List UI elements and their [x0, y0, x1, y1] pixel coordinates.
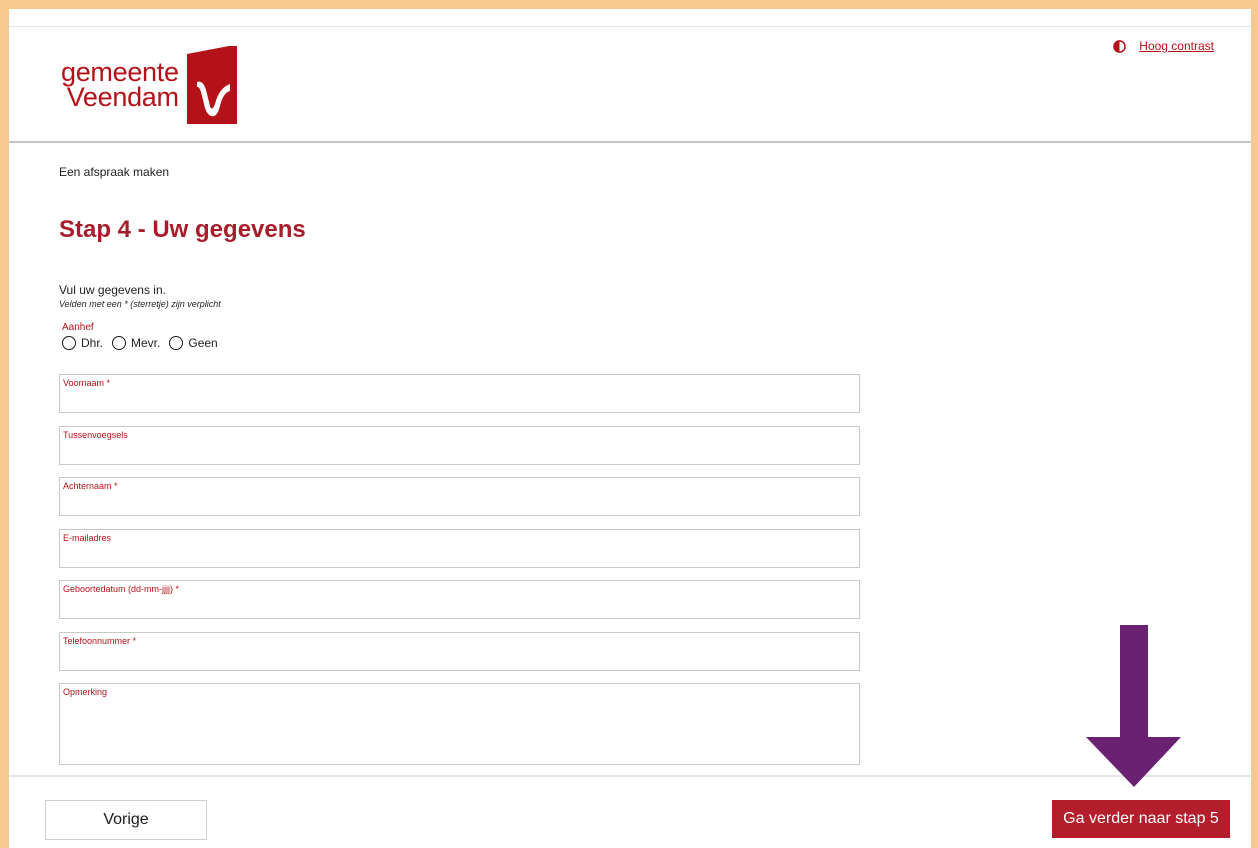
page-frame: gemeente Veendam Hoog contrast Een afspr… [9, 9, 1251, 848]
contrast-icon [1113, 39, 1127, 53]
email-input[interactable] [63, 547, 856, 565]
salutation-label: Aanhef [62, 322, 94, 333]
email-field[interactable]: E-mailadres [59, 529, 860, 568]
radio-circle[interactable] [169, 336, 184, 350]
infix-input[interactable] [63, 444, 856, 462]
required-fields-note: Velden met een * (sterretje) zijn verpli… [59, 299, 221, 309]
veendam-emblem-icon [186, 46, 237, 124]
breadcrumb: Een afspraak maken [59, 165, 170, 179]
remark-field[interactable]: Opmerking [59, 683, 860, 765]
site-header: gemeente Veendam Hoog contrast [9, 9, 1251, 143]
page-title: Stap 4 - Uw gegevens [59, 216, 306, 243]
email-label: E-mailadres [63, 533, 112, 543]
radio-circle[interactable] [112, 336, 127, 350]
phone-field[interactable]: Telefoonnummer * [59, 632, 860, 671]
phone-input[interactable] [63, 650, 856, 668]
arrow-down-icon [1086, 625, 1181, 787]
phone-label: Telefoonnummer * [63, 636, 137, 646]
salutation-options: Dhr. Mevr. Geen [62, 336, 227, 350]
birthdate-label: Geboortedatum (dd-mm-jjjj) * [63, 584, 180, 594]
radio-label-geen: Geen [188, 336, 218, 350]
previous-button[interactable]: Vorige [45, 800, 207, 840]
gemeente-veendam-logo[interactable]: gemeente Veendam [61, 46, 237, 124]
intro-text: Vul uw gegevens in. [59, 283, 166, 297]
next-step-button[interactable]: Ga verder naar stap 5 [1052, 800, 1230, 838]
infix-field[interactable]: Tussenvoegsels [59, 426, 860, 465]
infix-label: Tussenvoegsels [63, 430, 128, 440]
radio-label-mevr: Mevr. [131, 336, 161, 350]
remark-textarea[interactable] [63, 702, 856, 762]
salutation-group: Aanhef Dhr. Mevr. Geen [62, 322, 227, 350]
birthdate-field[interactable]: Geboortedatum (dd-mm-jjjj) * [59, 580, 860, 619]
first-name-input[interactable] [63, 392, 856, 410]
radio-mevr[interactable]: Mevr. [112, 336, 160, 350]
radio-geen[interactable]: Geen [169, 336, 218, 350]
last-name-field[interactable]: Achternaam * [59, 477, 860, 516]
first-name-label: Voornaam * [63, 378, 111, 388]
radio-label-dhr: Dhr. [81, 336, 104, 350]
birthdate-input[interactable] [63, 598, 856, 616]
last-name-label: Achternaam * [63, 481, 118, 491]
radio-dhr[interactable]: Dhr. [62, 336, 103, 350]
first-name-field[interactable]: Voornaam * [59, 374, 860, 413]
high-contrast-toggle[interactable]: Hoog contrast [1113, 39, 1214, 53]
logo-line-2: Veendam [66, 82, 179, 112]
logo-text: gemeente Veendam [61, 59, 179, 112]
last-name-input[interactable] [63, 495, 856, 513]
remark-label: Opmerking [63, 687, 108, 697]
radio-circle[interactable] [62, 336, 76, 350]
high-contrast-link[interactable]: Hoog contrast [1139, 39, 1214, 53]
form-footer: Vorige Ga verder naar stap 5 [9, 775, 1251, 848]
